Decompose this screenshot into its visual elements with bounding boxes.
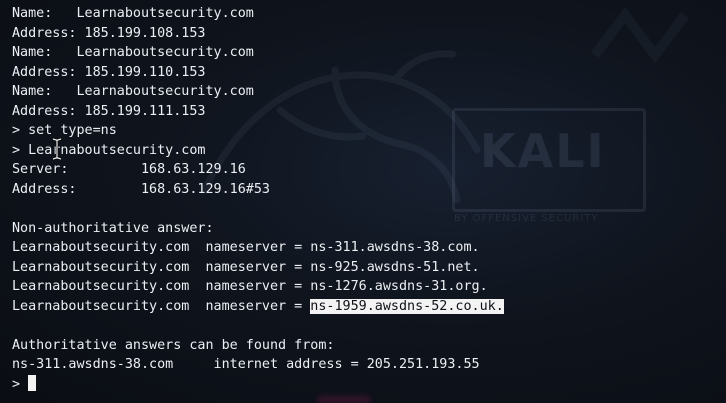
terminal-output: Name: Learnaboutsecurity.com Address: 18… <box>12 4 504 394</box>
command-line: > set type=ns <box>12 123 117 138</box>
output-line: Address: 185.199.110.153 <box>12 64 206 80</box>
blank-line <box>12 316 504 336</box>
command-line: > Learnaboutsecurity.com <box>12 142 206 158</box>
output-line: Address: 185.199.111.153 <box>12 103 206 119</box>
terminal-window[interactable]: KALI BY OFFENSIVE SECURITY Name: Learnab… <box>0 0 726 403</box>
taskbar-glow <box>318 396 370 403</box>
blank-line <box>12 199 504 219</box>
output-line-selected: Learnaboutsecurity.com nameserver = ns-1… <box>12 298 504 314</box>
output-line: Address: 185.199.108.153 <box>12 25 206 41</box>
output-line: Name: Learnaboutsecurity.com <box>12 45 254 60</box>
output-line: Non-authoritative answer: <box>12 220 214 236</box>
wallpaper-shape <box>591 6 689 64</box>
input-line[interactable]: > <box>12 374 504 395</box>
output-line: Learnaboutsecurity.com nameserver = ns-3… <box>12 240 480 255</box>
output-line: ns-311.awsdns-38.com internet address = … <box>12 357 480 372</box>
prompt: > <box>12 376 29 392</box>
output-line: Address: 168.63.129.16#53 <box>12 181 270 197</box>
output-line: Learnaboutsecurity.com nameserver = ns-9… <box>12 259 480 275</box>
output-line: Authoritative answers can be found from: <box>12 337 335 353</box>
output-line: Name: Learnaboutsecurity.com <box>12 84 254 99</box>
text-cursor <box>28 374 37 391</box>
selected-text[interactable]: ns-1959.awsdns-52.co.uk. <box>310 298 504 314</box>
output-line: Name: Learnaboutsecurity.com <box>12 6 254 21</box>
output-line: Server: 168.63.129.16 <box>12 162 246 177</box>
output-line: Learnaboutsecurity.com nameserver = ns-1… <box>12 279 488 294</box>
